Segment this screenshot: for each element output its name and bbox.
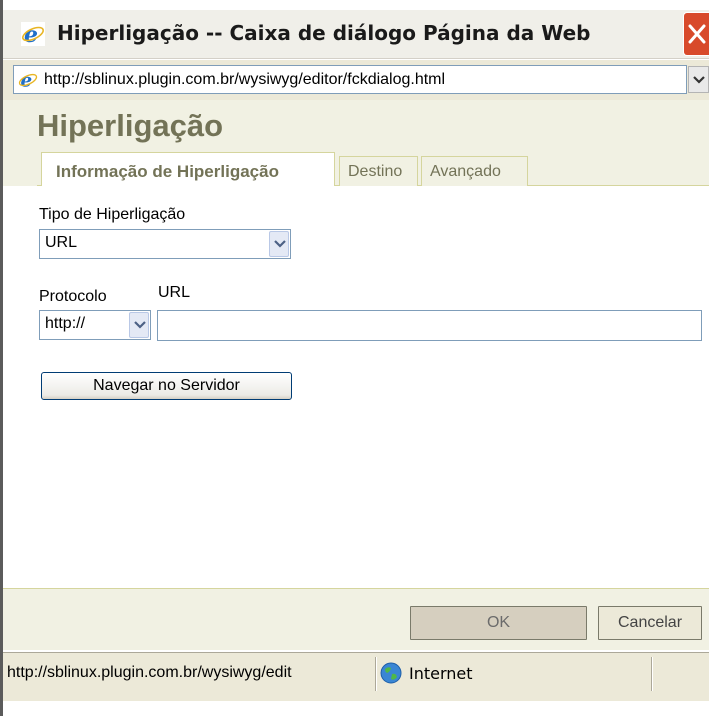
internet-explorer-icon: e bbox=[21, 22, 45, 46]
title-bar[interactable]: e Hiperligação -- Caixa de diálogo Págin… bbox=[3, 10, 709, 59]
tab-advanced[interactable]: Avançado bbox=[421, 156, 528, 186]
chevron-down-icon bbox=[134, 321, 146, 329]
status-url: http://sblinux.plugin.com.br/wysiwyg/edi… bbox=[7, 664, 292, 681]
link-type-label: Tipo de Hiperligação bbox=[39, 206, 186, 223]
status-separator bbox=[375, 657, 376, 691]
link-type-value: URL bbox=[45, 234, 78, 251]
page-icon: e bbox=[18, 71, 38, 90]
protocol-value: http:// bbox=[45, 315, 86, 332]
tab-link-info[interactable]: Informação de Hiperligação bbox=[41, 152, 335, 187]
close-button[interactable] bbox=[683, 12, 709, 56]
dialog-title: Hiperligação bbox=[37, 108, 224, 143]
security-zone-label: Internet bbox=[409, 664, 473, 683]
tab-panel: Tipo de Hiperligação URL Protocolo URL h… bbox=[3, 186, 709, 588]
link-type-dropdown-arrow[interactable] bbox=[269, 231, 289, 257]
tab-target[interactable]: Destino bbox=[339, 156, 418, 186]
svg-text:e: e bbox=[21, 71, 33, 90]
protocol-dropdown-arrow[interactable] bbox=[129, 312, 149, 338]
url-label: URL bbox=[158, 284, 191, 301]
chevron-down-icon bbox=[693, 76, 705, 84]
close-icon bbox=[688, 24, 706, 44]
window-title: Hiperligação -- Caixa de diálogo Página … bbox=[57, 21, 591, 45]
address-bar: e http://sblinux.plugin.com.br/wysiwyg/e… bbox=[3, 60, 709, 100]
address-dropdown-button[interactable] bbox=[688, 66, 709, 93]
browser-dialog-window: e Hiperligação -- Caixa de diálogo Págin… bbox=[0, 0, 709, 716]
protocol-label: Protocolo bbox=[39, 288, 107, 305]
status-separator bbox=[651, 657, 652, 691]
url-input[interactable] bbox=[157, 310, 702, 341]
browse-server-button[interactable]: Navegar no Servidor bbox=[41, 372, 292, 400]
protocol-select[interactable]: http:// bbox=[39, 310, 151, 340]
cancel-button[interactable]: Cancelar bbox=[598, 606, 702, 640]
address-field[interactable]: e http://sblinux.plugin.com.br/wysiwyg/e… bbox=[13, 65, 687, 94]
link-type-select[interactable]: URL bbox=[39, 229, 291, 259]
footer-divider bbox=[3, 588, 709, 589]
ok-button[interactable]: OK bbox=[410, 606, 587, 640]
dialog-body: Hiperligação Informação de Hiperligação … bbox=[3, 100, 709, 650]
internet-zone-icon bbox=[380, 662, 402, 684]
chevron-down-icon bbox=[274, 240, 286, 248]
tab-bar: Informação de Hiperligação Destino Avanç… bbox=[3, 152, 709, 187]
svg-text:e: e bbox=[24, 22, 38, 46]
status-bar: http://sblinux.plugin.com.br/wysiwyg/edi… bbox=[3, 652, 709, 701]
address-url: http://sblinux.plugin.com.br/wysiwyg/edi… bbox=[44, 71, 446, 88]
